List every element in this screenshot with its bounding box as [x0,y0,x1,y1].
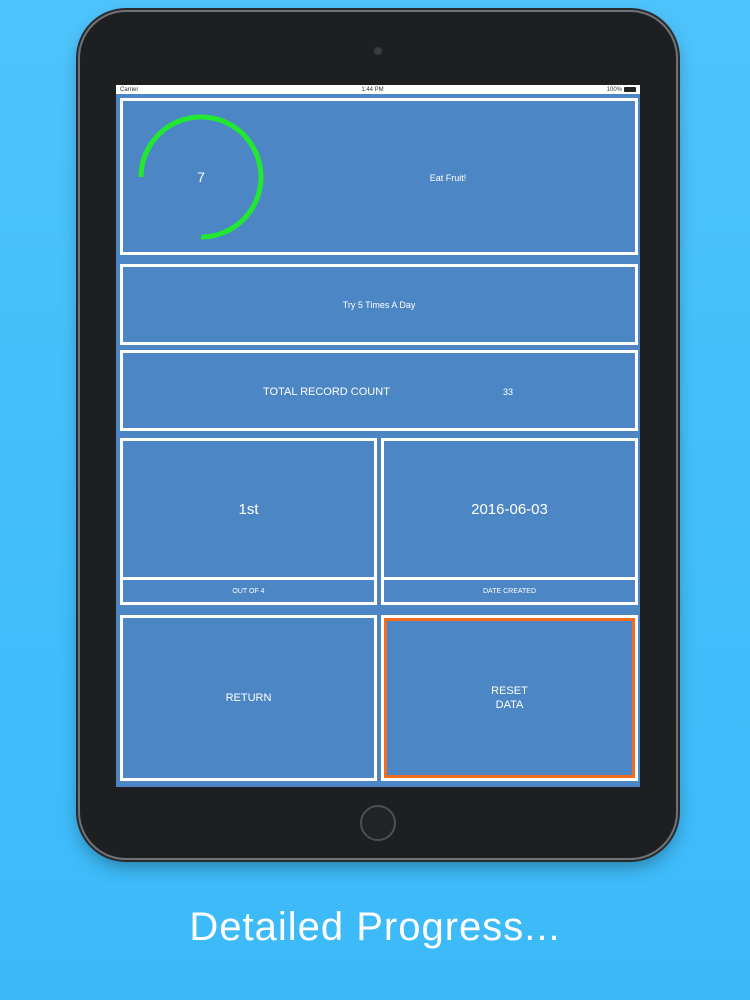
battery-percent: 100% [606,86,622,93]
rank-caption-panel: OUT OF 4 [120,577,377,605]
tablet-device: Carrier 1:44 PM 100% 7 Eat Fruit! Try 5 … [80,12,676,858]
date-caption: DATE CREATED [482,587,537,595]
reset-data-label: RESET DATA [491,685,528,711]
battery-icon [624,87,636,92]
rank-caption: OUT OF 4 [232,587,265,595]
return-button[interactable]: RETURN [120,615,377,781]
marketing-caption: Detailed Progress... [189,905,561,949]
total-record-value: 33 [503,387,514,397]
progress-ring: 7 [137,113,265,241]
camera-icon [373,46,383,56]
date-caption-panel: DATE CREATED [381,577,638,605]
rank-value: 1st [238,500,259,518]
goal-name: Eat Fruit! [429,173,467,183]
home-button[interactable] [360,805,396,841]
battery-indicator: 100% [607,87,636,93]
app-screen: Carrier 1:44 PM 100% 7 Eat Fruit! Try 5 … [116,85,640,787]
instruction-text: Try 5 Times A Day [342,299,416,310]
carrier-label: Carrier [120,86,139,93]
date-value: 2016-06-03 [471,500,548,518]
status-bar: Carrier 1:44 PM 100% [116,85,640,94]
reset-data-button[interactable]: RESET DATA [381,615,638,781]
instruction-panel: Try 5 Times A Day [120,264,638,345]
status-time: 1:44 PM [361,86,384,93]
goal-count: 7 [197,169,205,185]
rank-panel: 1st [120,438,377,580]
date-panel: 2016-06-03 [381,438,638,580]
total-record-panel: TOTAL RECORD COUNT 33 [120,350,638,431]
total-record-label: TOTAL RECORD COUNT [263,386,390,398]
return-label: RETURN [225,692,272,704]
goal-panel: 7 Eat Fruit! [120,98,638,255]
